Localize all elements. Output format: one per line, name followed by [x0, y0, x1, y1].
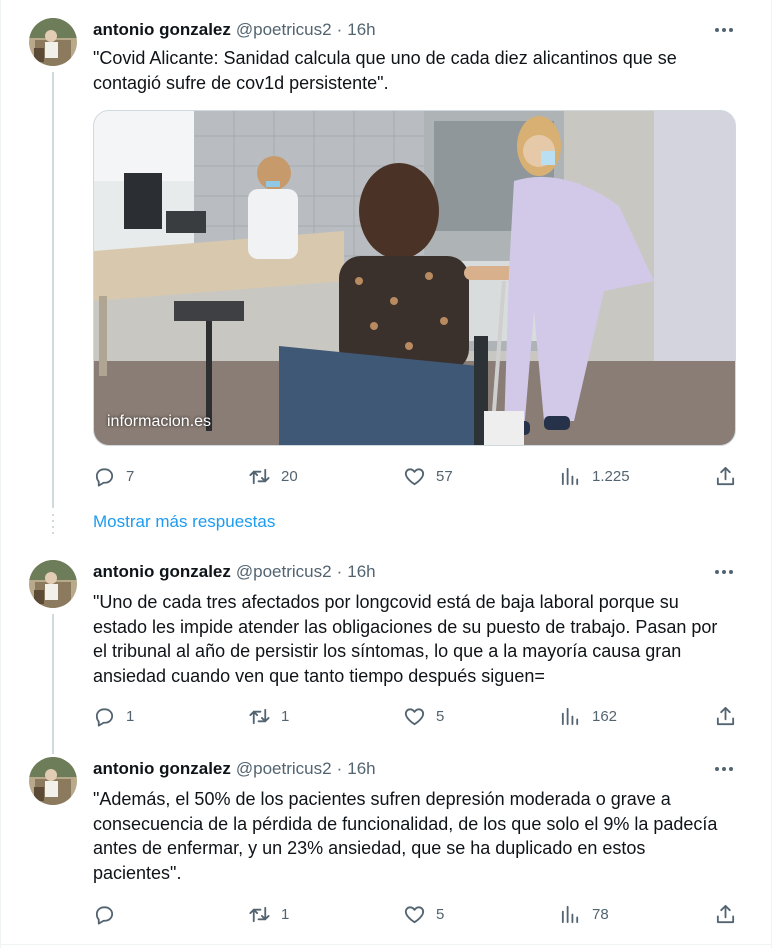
views-count: 1.225 [592, 467, 630, 485]
timestamp[interactable]: 16h [347, 759, 375, 779]
separator: · [336, 562, 343, 581]
tweet-actions: 7 20 57 1.225 [93, 464, 737, 488]
like-icon [404, 467, 425, 485]
views-button[interactable]: 1.225 [559, 464, 630, 488]
retweet-count: 20 [281, 467, 298, 485]
views-icon [561, 467, 579, 485]
like-count: 5 [436, 905, 445, 923]
more-icon[interactable] [711, 20, 737, 40]
show-more-replies-link[interactable]: Mostrar más respuestas [93, 512, 275, 532]
thread-gap-dots [52, 514, 54, 538]
tweet-2[interactable]: antonio gonzalez @poetricus2 · 16h "Uno … [0, 560, 772, 754]
tweet-3[interactable]: antonio gonzalez @poetricus2 · 16h "Adem… [0, 757, 772, 937]
avatar[interactable] [29, 560, 77, 608]
thread-line [52, 614, 54, 754]
tweet-header: antonio gonzalez @poetricus2 · 16h [93, 560, 376, 584]
timestamp[interactable]: 16h [347, 20, 375, 40]
tweet-text: "Covid Alicante: Sanidad calcula que uno… [93, 48, 677, 93]
reply-icon [95, 467, 114, 487]
share-icon [716, 466, 735, 485]
tweet-actions: 1 5 78 [93, 902, 737, 926]
separator: · [336, 20, 343, 39]
author-handle[interactable]: @poetricus2 [236, 562, 332, 582]
retweet-icon [249, 708, 270, 724]
reply-count: 1 [126, 707, 135, 725]
like-button[interactable]: 5 [403, 902, 444, 926]
media-photo [94, 111, 735, 445]
share-button[interactable] [714, 902, 737, 926]
like-icon [404, 707, 425, 725]
thread-line [52, 72, 54, 508]
share-button[interactable] [714, 464, 737, 488]
retweet-button[interactable]: 20 [248, 464, 298, 488]
retweet-button[interactable]: 1 [248, 704, 289, 728]
like-button[interactable]: 5 [403, 704, 444, 728]
tweet-1[interactable]: antonio gonzalez @poetricus2 · 16h "Covi… [0, 18, 772, 508]
retweet-count: 1 [281, 905, 290, 923]
tweet-text: "Además, el 50% de los pacientes sufren … [93, 789, 718, 883]
reply-count: 7 [126, 467, 135, 485]
like-icon [404, 905, 425, 923]
author-name[interactable]: antonio gonzalez [93, 759, 231, 779]
views-icon [561, 905, 579, 923]
media-source-label[interactable]: informacion.es [107, 413, 211, 431]
author-handle[interactable]: @poetricus2 [236, 759, 332, 779]
views-button[interactable]: 78 [559, 902, 609, 926]
timestamp[interactable]: 16h [347, 562, 375, 582]
more-icon[interactable] [711, 759, 737, 779]
retweet-button[interactable]: 1 [248, 902, 289, 926]
share-icon [716, 706, 735, 725]
reply-button[interactable]: 7 [93, 464, 134, 488]
author-name[interactable]: antonio gonzalez [93, 562, 231, 582]
like-button[interactable]: 57 [403, 464, 453, 488]
views-button[interactable]: 162 [559, 704, 617, 728]
retweet-icon [249, 906, 270, 922]
views-count: 78 [592, 905, 609, 923]
like-count: 57 [436, 467, 453, 485]
avatar[interactable] [29, 757, 77, 805]
separator: · [336, 759, 343, 778]
reply-icon [95, 707, 114, 727]
reply-icon [95, 905, 114, 925]
retweet-icon [249, 468, 270, 484]
views-icon [561, 707, 579, 725]
views-count: 162 [592, 707, 618, 725]
share-button[interactable] [714, 704, 737, 728]
avatar[interactable] [29, 18, 77, 66]
author-handle[interactable]: @poetricus2 [236, 20, 332, 40]
like-count: 5 [436, 707, 445, 725]
divider [0, 944, 772, 945]
author-name[interactable]: antonio gonzalez [93, 20, 231, 40]
reply-button[interactable] [93, 902, 126, 926]
tweet-header: antonio gonzalez @poetricus2 · 16h [93, 18, 376, 42]
tweet-text: "Uno de cada tres afectados por longcovi… [93, 592, 718, 686]
tweet-media[interactable]: informacion.es [93, 110, 736, 446]
more-icon[interactable] [711, 562, 737, 582]
tweet-header: antonio gonzalez @poetricus2 · 16h [93, 757, 376, 781]
retweet-count: 1 [281, 707, 290, 725]
reply-button[interactable]: 1 [93, 704, 134, 728]
tweet-actions: 1 1 5 162 [93, 704, 737, 728]
share-icon [716, 904, 735, 923]
